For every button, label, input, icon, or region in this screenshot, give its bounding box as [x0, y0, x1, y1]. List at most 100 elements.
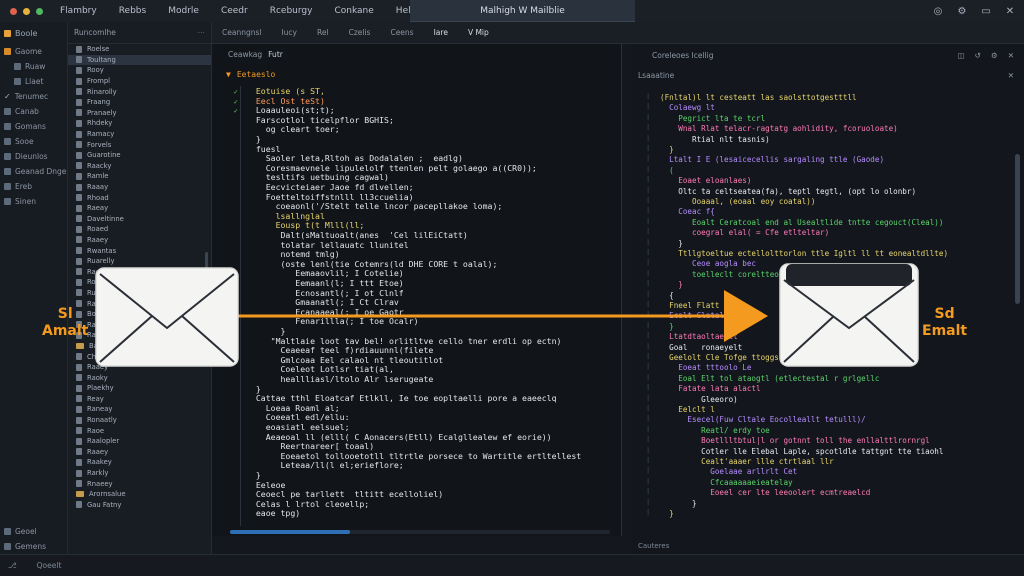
menu-item[interactable]: Rceburgy [262, 6, 327, 16]
code-line[interactable]: (Fnltal)l lt cesteatt las saolsttotgestt… [660, 92, 857, 103]
explorer-item[interactable]: Raacky [68, 161, 211, 172]
activity-footer-item[interactable]: Gemens [0, 539, 46, 554]
breadcrumb-part[interactable]: Futr [268, 50, 283, 59]
code-line[interactable]: } [660, 508, 674, 519]
code-line[interactable]: Eoeel cer lte leeoolert ecmtreaelcd [660, 487, 870, 498]
code-line[interactable]: Goal ronaeyelt [660, 342, 742, 353]
code-line[interactable]: Eelclt l [660, 404, 715, 415]
code-line[interactable]: Cealt'aaaer llle ctrtlaal llr [660, 456, 834, 467]
activity-footer-item[interactable]: Geoel [0, 524, 37, 539]
explorer-item[interactable]: Raoe [68, 425, 211, 436]
code-line[interactable]: Fneel Flatt [660, 300, 719, 311]
explorer-item[interactable]: Rarkly [68, 468, 211, 479]
tab-item[interactable]: V Mip [458, 22, 499, 44]
code-line[interactable]: Ecalt Clatal [660, 310, 724, 321]
settings-icon[interactable]: ⚙ [991, 51, 998, 60]
explorer-item[interactable]: Raalopler [68, 436, 211, 447]
close-window-dot[interactable] [10, 7, 17, 15]
activity-item[interactable]: Dieunlos [0, 149, 67, 164]
explorer-item[interactable]: Reay [68, 394, 211, 405]
code-line[interactable]: Gleeoro) [660, 394, 738, 405]
activity-item[interactable]: Sinen [0, 194, 67, 209]
code-line[interactable]: Wnal Rlat telacr-ragtatg aohlidity, fcor… [660, 123, 897, 134]
explorer-item[interactable]: Raaey [68, 447, 211, 458]
activity-item[interactable]: Sooe [0, 134, 67, 149]
code-line[interactable]: Ltalt I E (lesaicecellis sargaling ttle … [660, 154, 884, 165]
code-line[interactable]: Coeac f{ [660, 206, 715, 217]
restore-window-icon[interactable]: ▭ [980, 5, 992, 17]
code-line[interactable]: } [660, 321, 674, 332]
tab-item[interactable]: Czelis [339, 22, 381, 44]
explorer-item[interactable]: Toultang [68, 54, 211, 66]
minimize-window-dot[interactable] [23, 7, 30, 15]
close-icon[interactable]: ✕ [1004, 5, 1016, 17]
explorer-item[interactable]: Rooy [68, 65, 211, 76]
code-line[interactable]: } [660, 238, 683, 249]
code-line[interactable]: Fatate lata alactl [660, 383, 760, 394]
code-line[interactable]: Cotler lle Elebal Laple, spcotldle tattg… [660, 446, 943, 457]
tab-item-active[interactable]: Iare [424, 22, 458, 44]
explorer-item[interactable]: Raneay [68, 404, 211, 415]
code-line[interactable]: Esecel(Fuw Cltale Eocolleallt tetulll)/ [660, 414, 865, 425]
activity-item[interactable]: Llaet [0, 74, 67, 89]
activity-item[interactable]: Ruaw [0, 59, 67, 74]
explorer-item[interactable]: Arornsalue [68, 489, 211, 500]
code-line[interactable]: Ttllgtoeltue ectellolttorlon ttle Igltl … [660, 248, 948, 259]
code-line[interactable]: } [660, 498, 697, 509]
explorer-item[interactable]: Raakey [68, 457, 211, 468]
code-line[interactable]: ( [660, 165, 674, 176]
code-line[interactable]: Colaewg lt [660, 102, 715, 113]
activity-item[interactable]: Gaome [0, 44, 67, 59]
explorer-item[interactable]: Rnaeey [68, 478, 211, 489]
explorer-item[interactable]: Raaey [68, 235, 211, 246]
more-icon[interactable]: ⋯ [198, 28, 206, 37]
tab-item[interactable]: Ceanngnsl [212, 22, 271, 44]
explorer-item[interactable]: Roelse [68, 44, 211, 55]
right-vertical-scrollbar[interactable] [1015, 154, 1020, 304]
breadcrumb-part[interactable]: Ceawkag [228, 50, 262, 59]
explorer-item[interactable]: Ramacy [68, 129, 211, 140]
explorer-item[interactable]: Frompl [68, 76, 211, 87]
explorer-item[interactable]: Rhoad [68, 192, 211, 203]
explorer-item[interactable]: Raaay [68, 182, 211, 193]
activity-item[interactable]: Gomans [0, 119, 67, 134]
activity-item[interactable]: Canab [0, 104, 67, 119]
activity-item[interactable]: Ereb [0, 179, 67, 194]
scroll-thumb[interactable] [230, 530, 350, 534]
menu-item[interactable]: Modrle [160, 6, 213, 16]
code-line[interactable]: eaoe tpg) [212, 508, 622, 519]
code-line[interactable]: toelleclt coreltteoeel; [660, 269, 797, 280]
tab-item[interactable]: Iucy [271, 22, 307, 44]
menu-item[interactable]: Ceedr [213, 6, 262, 16]
code-line[interactable]: } [660, 144, 674, 155]
code-line[interactable]: } [660, 279, 683, 290]
close-icon[interactable]: ✕ [1008, 51, 1014, 60]
file-name[interactable]: Eetaeslo [237, 70, 276, 79]
history-icon[interactable]: ↺ [975, 51, 981, 60]
code-line[interactable]: Eoalt Ceratcoal end al Usealtlide tntte … [660, 217, 943, 228]
code-line[interactable]: Boetllltbtul|l or gotnnt toll the enllal… [660, 435, 930, 446]
explorer-item[interactable]: Fraang [68, 97, 211, 108]
explorer-item[interactable]: Raeay [68, 203, 211, 214]
code-line[interactable]: Eoaet eloanlaes) [660, 175, 751, 186]
explorer-item[interactable]: Forvels [68, 139, 211, 150]
left-code-area[interactable]: ✓ Eotuise (s ST, ✓ Eecl Ost teSt) ✓ Loaaul… [212, 86, 622, 526]
explorer-item[interactable]: Plaekhy [68, 383, 211, 394]
menu-item[interactable]: Conkane [326, 6, 387, 16]
explorer-item[interactable]: Gau Fatny [68, 500, 211, 511]
maximize-window-dot[interactable] [36, 7, 43, 15]
code-line[interactable]: coegral elal( = Cfe etlteltar) [660, 227, 829, 238]
explorer-item[interactable]: Raoky [68, 372, 211, 383]
activity-item[interactable]: ✓ Tenumec [0, 89, 67, 104]
left-horizontal-scrollbar[interactable] [230, 530, 610, 534]
close-icon[interactable]: ✕ [1008, 71, 1014, 80]
code-line[interactable]: Oltc ta celtseatea(fa), teptl tegtl, (op… [660, 186, 916, 197]
explorer-item[interactable]: Daveltinne [68, 214, 211, 225]
settings-gear-icon[interactable]: ⚙ [956, 5, 968, 17]
tab-item[interactable]: Ceens [380, 22, 423, 44]
explorer-item[interactable]: Roaed [68, 224, 211, 235]
status-text[interactable]: Qoeelt [37, 561, 62, 570]
explorer-item[interactable]: Ronaatly [68, 415, 211, 426]
explorer-item[interactable]: Rwantas [68, 245, 211, 256]
explorer-item[interactable]: Pranaely [68, 108, 211, 119]
